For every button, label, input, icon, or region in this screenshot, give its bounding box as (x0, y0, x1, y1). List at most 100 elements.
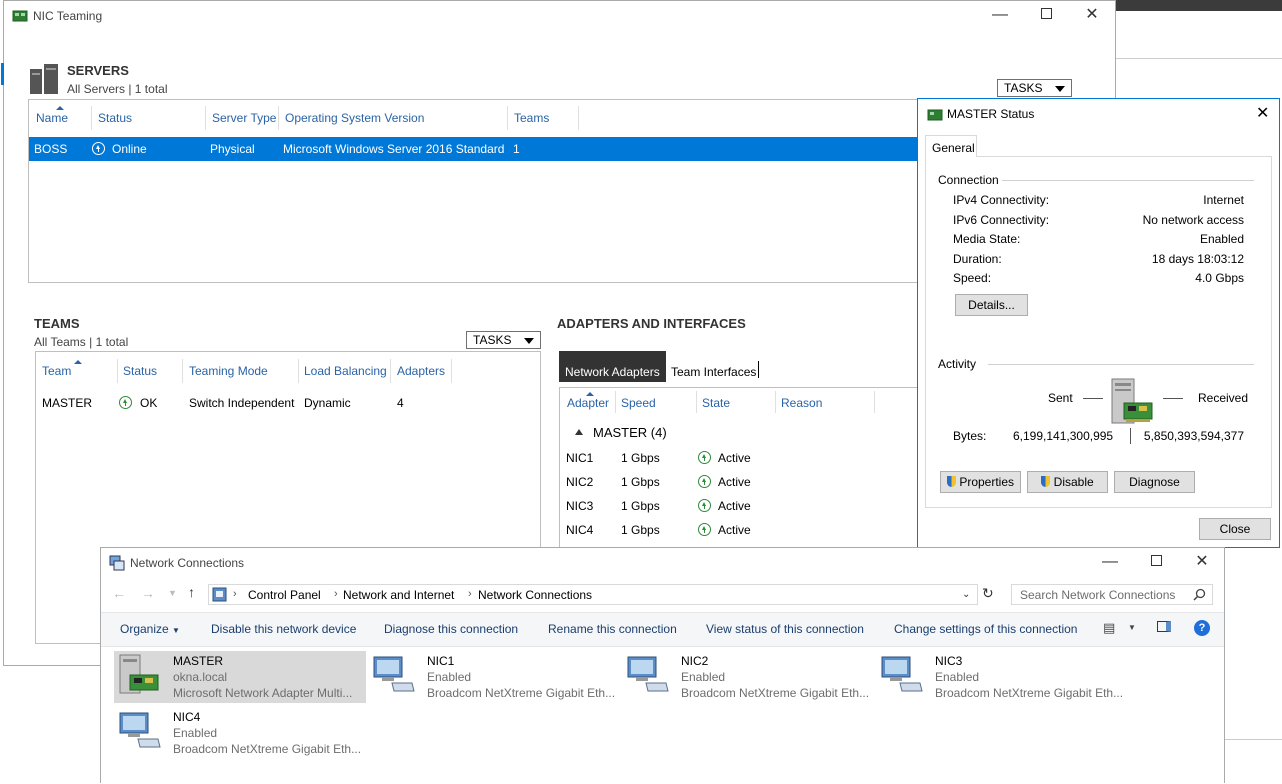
forward-arrow-icon[interactable]: → (141, 585, 155, 601)
servers-grid: Name Status Server Type Operating System… (28, 99, 918, 283)
received-label: Received (1198, 391, 1249, 405)
disable-button[interactable]: Disable (1027, 471, 1108, 493)
nic-teaming-app-icon (12, 10, 28, 22)
adapter-name: NIC3 (566, 499, 594, 513)
breadcrumb-network-connections[interactable]: Network Connections (478, 588, 592, 602)
table-row[interactable]: BOSS Online Physical Microsoft Windows S… (29, 137, 917, 161)
preview-pane-icon[interactable] (1157, 621, 1171, 632)
col-divider (451, 359, 452, 383)
col-team[interactable]: Team (42, 364, 71, 378)
close-button[interactable]: ✕ (1179, 548, 1225, 576)
network-adapter-icon (627, 656, 669, 692)
properties-button[interactable]: Properties (940, 471, 1021, 493)
tab-separator (758, 361, 759, 378)
refresh-icon[interactable]: ↻ (982, 585, 994, 602)
connection-name: MASTER (173, 654, 224, 668)
close-icon[interactable]: ✕ (1256, 103, 1269, 123)
search-placeholder: Search Network Connections (1020, 588, 1176, 602)
tab-team-interfaces[interactable]: Team Interfaces (671, 365, 756, 379)
collapse-triangle-icon[interactable] (575, 429, 583, 435)
team-lb: Dynamic (304, 396, 351, 410)
group-line (1002, 180, 1254, 181)
col-teams[interactable]: Teams (514, 111, 549, 125)
adapter-name: NIC2 (566, 475, 594, 489)
connection-item-nic3[interactable]: NIC3 Enabled Broadcom NetXtreme Gigabit … (876, 651, 1128, 703)
maximize-button[interactable] (1023, 1, 1069, 29)
field-value: 18 days 18:03:12 (1151, 252, 1244, 266)
close-button[interactable]: ✕ (1069, 1, 1115, 29)
up-arrow-icon[interactable]: ↑ (188, 584, 195, 600)
col-divider (507, 106, 508, 130)
help-icon[interactable]: ? (1194, 620, 1210, 636)
field-label: Duration: (953, 252, 1002, 266)
servers-heading: SERVERS (67, 63, 129, 78)
col-os-version[interactable]: Operating System Version (285, 111, 424, 125)
details-button-label: Details... (968, 298, 1015, 312)
server-status: Online (112, 142, 147, 156)
col-speed[interactable]: Speed (621, 396, 656, 410)
nic-teaming-title: NIC Teaming (33, 9, 103, 23)
change-settings-button[interactable]: Change settings of this connection (894, 622, 1077, 636)
col-teaming-mode[interactable]: Teaming Mode (189, 364, 268, 378)
search-input[interactable]: Search Network Connections (1011, 584, 1213, 605)
address-bar[interactable]: › Control Panel › Network and Internet ›… (208, 584, 978, 605)
breadcrumb-control-panel[interactable]: Control Panel (248, 588, 321, 602)
maximize-button[interactable] (1133, 548, 1179, 576)
adapter-speed: 1 Gbps (621, 451, 660, 465)
col-name[interactable]: Name (36, 111, 68, 125)
connection-item-nic4[interactable]: NIC4 Enabled Broadcom NetXtreme Gigabit … (114, 707, 366, 759)
details-button[interactable]: Details... (955, 294, 1028, 316)
minimize-button[interactable]: — (977, 1, 1023, 29)
active-status-icon (698, 499, 711, 512)
background-window-edge (1115, 11, 1282, 59)
breadcrumb-network-internet[interactable]: Network and Internet (343, 588, 454, 602)
connection-item-nic1[interactable]: NIC1 Enabled Broadcom NetXtreme Gigabit … (368, 651, 620, 703)
organize-button[interactable]: Organize ▼ (120, 622, 180, 636)
minimize-button[interactable]: — (1087, 548, 1133, 576)
computer-network-icon (1111, 378, 1153, 424)
tab-network-adapters[interactable]: Network Adapters (559, 351, 666, 382)
view-status-button[interactable]: View status of this connection (706, 622, 864, 636)
diagnose-button[interactable]: Diagnose (1114, 471, 1195, 493)
col-divider (205, 106, 206, 130)
connection-item-nic2[interactable]: NIC2 Enabled Broadcom NetXtreme Gigabit … (622, 651, 874, 703)
col-adapters[interactable]: Adapters (397, 364, 445, 378)
diagnose-connection-button[interactable]: Diagnose this connection (384, 622, 518, 636)
col-status[interactable]: Status (98, 111, 132, 125)
col-load-balancing[interactable]: Load Balancing (304, 364, 387, 378)
col-reason[interactable]: Reason (781, 396, 822, 410)
col-team-status[interactable]: Status (123, 364, 157, 378)
tab-label: Network Adapters (565, 365, 660, 379)
field-label: IPv4 Connectivity: (953, 193, 1050, 207)
disable-device-button[interactable]: Disable this network device (211, 622, 356, 636)
table-row[interactable]: NIC2 1 Gbps Active (560, 471, 918, 493)
active-status-icon (698, 523, 711, 536)
server-os: Microsoft Windows Server 2016 Standard (283, 142, 505, 156)
col-state[interactable]: State (702, 396, 730, 410)
background-window-edge (1224, 739, 1282, 784)
table-row[interactable]: NIC1 1 Gbps Active (560, 447, 918, 469)
col-divider (278, 106, 279, 130)
address-dropdown-chevron-icon[interactable]: ⌄ (962, 589, 970, 600)
tab-general[interactable]: General (925, 135, 977, 157)
rename-connection-button[interactable]: Rename this connection (548, 622, 677, 636)
chevron-down-icon[interactable]: ▼ (1128, 623, 1136, 632)
col-server-type[interactable]: Server Type (212, 111, 276, 125)
recent-chevron-icon[interactable]: ▼ (168, 588, 177, 598)
server-type: Physical (210, 142, 255, 156)
table-row[interactable]: NIC3 1 Gbps Active (560, 495, 918, 517)
active-status-icon (698, 475, 711, 488)
shield-icon (946, 476, 956, 487)
servers-tasks-dropdown[interactable]: TASKS (997, 79, 1072, 97)
teams-tasks-dropdown[interactable]: TASKS (466, 331, 541, 349)
back-arrow-icon[interactable]: ← (112, 585, 126, 601)
view-options-icon[interactable]: ▤ (1103, 620, 1115, 636)
table-row[interactable]: MASTER OK Switch Independent Dynamic 4 (36, 390, 540, 414)
table-row[interactable]: NIC4 1 Gbps Active (560, 519, 918, 541)
status-dialog-title: MASTER Status (947, 107, 1035, 121)
col-adapter[interactable]: Adapter (567, 396, 609, 410)
received-line (1163, 398, 1183, 399)
close-dialog-button[interactable]: Close (1199, 518, 1271, 540)
connection-item-master[interactable]: MASTER okna.local Microsoft Network Adap… (114, 651, 366, 703)
col-divider (182, 359, 183, 383)
